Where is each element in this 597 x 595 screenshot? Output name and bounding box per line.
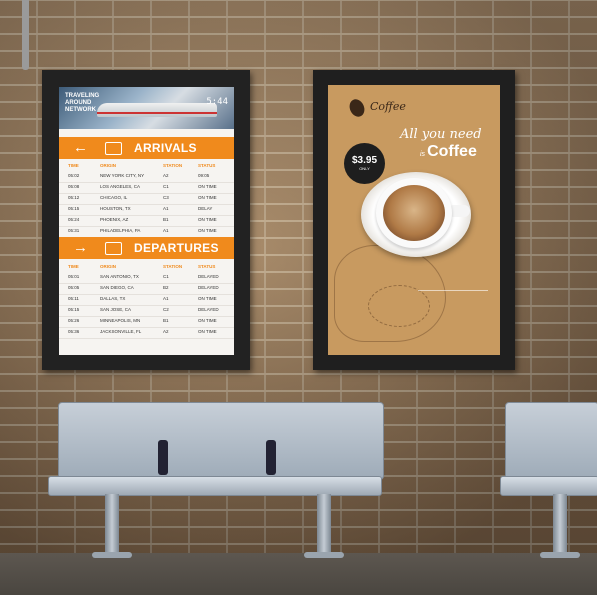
train-photo: TRAVELING AROUND NETWORK 5:44	[59, 87, 234, 129]
coffee-poster: Coffee All you need is Coffee $3.95 ONLY	[328, 85, 500, 355]
arrow-right-icon: →	[73, 239, 88, 256]
departures-header-row: TIME ORIGIN STATION STATUS	[68, 264, 216, 269]
arrival-cell: 09:05	[198, 173, 210, 178]
arrivals-departures-sign: TRAVELING AROUND NETWORK 5:44 ← ARRIVALS…	[42, 70, 250, 370]
departure-cell: DELAYED	[198, 274, 219, 279]
departure-cell: SAN ANTONIO, TX	[100, 274, 139, 279]
departures-title: DEPARTURES	[134, 241, 219, 255]
departure-cell: A2	[163, 329, 169, 334]
departure-row: 05:26 MINNEAPOLIS, MN B1 ON TIME	[59, 318, 234, 328]
departure-cell: SAN DIEGO, CA	[100, 285, 134, 290]
departure-row: 05:11 DALLAS, TX A1 ON TIME	[59, 296, 234, 306]
price-badge: $3.95 ONLY	[344, 143, 385, 184]
brand-name: Coffee	[370, 100, 406, 113]
departures-banner: → DEPARTURES	[59, 237, 234, 259]
departure-cell: C2	[163, 307, 169, 312]
departure-cell: 05:05	[68, 285, 80, 290]
tagline: All you need	[400, 127, 482, 142]
bench-seat	[500, 476, 597, 496]
clock-display: 5:44	[206, 97, 228, 107]
arrivals-title: ARRIVALS	[134, 141, 197, 155]
departure-cell: JACKSONVILLE, FL	[100, 329, 142, 334]
arrival-cell: HOUSTON, TX	[100, 206, 131, 211]
arrival-cell: ON TIME	[198, 228, 217, 233]
departure-cell: ON TIME	[198, 318, 217, 323]
arrow-left-icon: ←	[73, 139, 88, 156]
arrival-row: 05:12 CHICAGO, IL C3 ON TIME	[59, 195, 234, 205]
header-text: TRAVELING AROUND NETWORK	[65, 93, 100, 113]
arrival-cell: 05:02	[68, 173, 80, 178]
arrival-cell: DELAY	[198, 206, 213, 211]
departure-cell: ON TIME	[198, 296, 217, 301]
arrival-cell: ON TIME	[198, 195, 217, 200]
departure-cell: DELAYED	[198, 285, 219, 290]
coffee-surface	[383, 185, 445, 241]
bench-leg	[105, 494, 119, 554]
arrival-cell: A2	[163, 173, 169, 178]
bench-armrest	[266, 440, 276, 475]
bench-leg	[553, 494, 567, 554]
arrival-cell: LOS ANGELES, CA	[100, 184, 141, 189]
coffee-bean-icon	[346, 96, 368, 120]
departure-row: 05:36 JACKSONVILLE, FL A2 ON TIME	[59, 329, 234, 339]
departure-cell: A1	[163, 296, 169, 301]
arrival-cell: ON TIME	[198, 184, 217, 189]
departure-cell: B2	[163, 285, 169, 290]
arrival-row: 05:08 LOS ANGELES, CA C1 ON TIME	[59, 184, 234, 194]
arrival-cell: 05:31	[68, 228, 80, 233]
bench-armrest	[158, 440, 168, 475]
departure-cell: 05:01	[68, 274, 80, 279]
arrival-cell: C3	[163, 195, 169, 200]
arrival-row: 05:02 NEW YORK CITY, NY A2 09:05	[59, 173, 234, 183]
arrival-cell: 05:08	[68, 184, 80, 189]
arrival-row: 05:15 HOUSTON, TX A1 DELAY	[59, 206, 234, 216]
train-icon	[105, 142, 122, 155]
bench-leg	[317, 494, 331, 554]
arrival-cell: 05:12	[68, 195, 80, 200]
bench-backrest	[505, 402, 597, 480]
departure-cell: DELAYED	[198, 307, 219, 312]
bench-backrest	[58, 402, 384, 480]
arrival-cell: PHILADELPHIA, PA	[100, 228, 141, 233]
tagline-coffee: is Coffee	[420, 143, 477, 160]
train-icon	[105, 242, 122, 255]
departure-cell: B1	[163, 318, 169, 323]
arrivals-banner: ← ARRIVALS	[59, 137, 234, 159]
bench-seat	[48, 476, 382, 496]
departure-row: 05:05 SAN DIEGO, CA B2 DELAYED	[59, 285, 234, 295]
wall-pipe	[22, 0, 29, 70]
arrival-cell: C1	[163, 184, 169, 189]
arrival-cell: ON TIME	[198, 217, 217, 222]
departure-cell: ON TIME	[198, 329, 217, 334]
schedule-screen: TRAVELING AROUND NETWORK 5:44 ← ARRIVALS…	[59, 87, 234, 355]
price-value: $3.95	[351, 155, 378, 166]
departure-cell: 05:11	[68, 296, 79, 301]
arrival-cell: PHOENIX, AZ	[100, 217, 129, 222]
departure-row: 05:15 SAN JOSE, CA C2 DELAYED	[59, 307, 234, 317]
arrival-cell: 05:24	[68, 217, 80, 222]
arrival-cell: NEW YORK CITY, NY	[100, 173, 145, 178]
departure-cell: C1	[163, 274, 169, 279]
departure-cell: DALLAS, TX	[100, 296, 126, 301]
arrival-cell: A1	[163, 228, 169, 233]
arrival-row: 05:24 PHOENIX, AZ B1 ON TIME	[59, 217, 234, 227]
coffee-ad-sign: Coffee All you need is Coffee $3.95 ONLY	[313, 70, 515, 370]
departure-cell: 05:26	[68, 318, 80, 323]
arrival-cell: B1	[163, 217, 169, 222]
arrival-cell: 05:15	[68, 206, 80, 211]
platform-floor	[0, 553, 597, 595]
departure-cell: 05:15	[68, 307, 80, 312]
arrival-cell: A1	[163, 206, 169, 211]
departure-cell: 05:36	[68, 329, 80, 334]
arrival-cell: CHICAGO, IL	[100, 195, 128, 200]
departure-cell: SAN JOSE, CA	[100, 307, 132, 312]
departure-cell: MINNEAPOLIS, MN	[100, 318, 141, 323]
arrivals-header-row: TIME ORIGIN STATION STATUS	[68, 163, 216, 168]
departure-row: 05:01 SAN ANTONIO, TX C1 DELAYED	[59, 274, 234, 284]
train-image	[97, 103, 217, 117]
price-unit: ONLY	[359, 166, 370, 171]
